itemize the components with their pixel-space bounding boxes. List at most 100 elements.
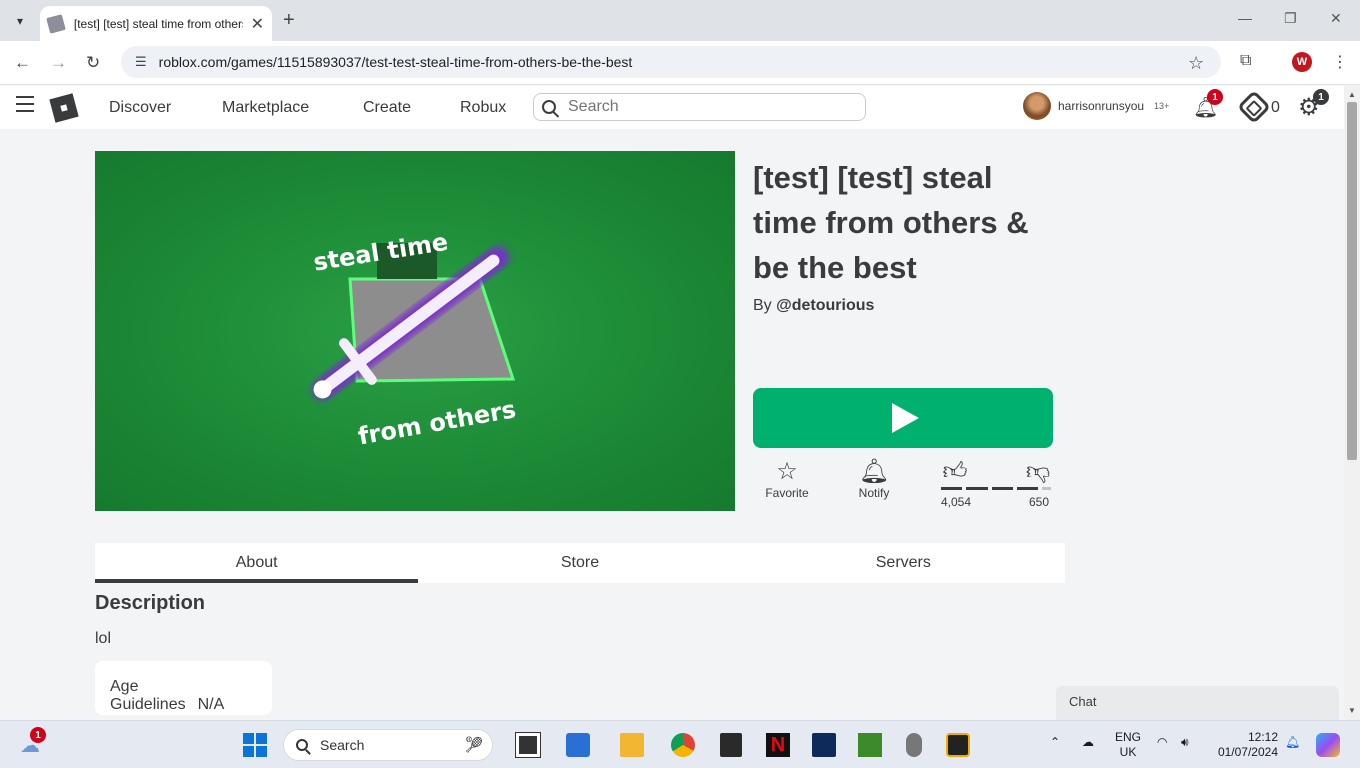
- nav-robux[interactable]: Robux: [460, 99, 506, 117]
- tab-title: [test] [test] steal time from others & b…: [73, 16, 243, 31]
- profile-avatar[interactable]: W: [1292, 52, 1312, 72]
- browser-toolbar: ← → ↻ ☰ roblox.com/games/11515893037/tes…: [0, 41, 1360, 85]
- creator-line: By @detourious: [753, 297, 874, 315]
- epic-games-icon[interactable]: [720, 733, 742, 757]
- browser-tab-active[interactable]: [test] [test] steal time from others & b…: [40, 6, 272, 41]
- extensions-puzzle-icon[interactable]: ⧉: [1240, 52, 1251, 70]
- taskbar-search[interactable]: Search 🎾︎: [283, 729, 493, 761]
- roblox-logo-icon[interactable]: [49, 93, 79, 123]
- forward-arrow-icon[interactable]: →: [50, 53, 67, 73]
- scroll-down-arrow-icon[interactable]: ▼: [1348, 706, 1356, 715]
- description-heading: Description: [95, 592, 206, 614]
- description-text: lol: [95, 630, 112, 647]
- new-tab-plus-icon[interactable]: +: [283, 9, 295, 32]
- upvote-count: 4,054: [941, 495, 972, 509]
- nav-discover[interactable]: Discover: [109, 99, 171, 117]
- reload-icon[interactable]: ↻: [86, 53, 100, 73]
- clock[interactable]: 12:12 01/07/2024: [1214, 730, 1278, 760]
- nav-create[interactable]: Create: [363, 99, 411, 117]
- site-settings-icon[interactable]: ☰: [135, 54, 147, 70]
- language-top: ENG: [1115, 730, 1142, 744]
- minimize-icon[interactable]: —: [1238, 10, 1252, 26]
- language-indicator[interactable]: ENG UK: [1115, 730, 1141, 760]
- tab-store[interactable]: Store: [418, 543, 741, 583]
- game-thumbnail[interactable]: steal time from others: [95, 151, 735, 511]
- bookmark-star-icon[interactable]: ☆: [1188, 53, 1204, 74]
- page-scrollbar[interactable]: ▲ ▼: [1344, 86, 1360, 720]
- username[interactable]: harrisonrunsyou: [1058, 99, 1144, 113]
- notification-bell-icon[interactable]: 🔔︎: [1285, 735, 1300, 750]
- window-close-icon[interactable]: ✕: [1330, 10, 1342, 27]
- thumbs-up-icon: 👍︎: [942, 458, 968, 485]
- notify-button[interactable]: 🔔︎ Notify: [854, 458, 894, 500]
- onedrive-sync-icon[interactable]: ☁: [1082, 735, 1094, 750]
- chat-panel[interactable]: Chat: [1056, 686, 1339, 720]
- play-icon: [891, 403, 919, 433]
- creator-link[interactable]: @detourious: [776, 297, 874, 314]
- age-guidelines-value: N/A: [197, 696, 225, 713]
- close-tab-icon[interactable]: ✕: [251, 14, 264, 34]
- tab-about[interactable]: About: [95, 543, 419, 583]
- favorite-label: Favorite: [765, 486, 809, 500]
- thumbs-down-icon: 👎︎: [1025, 458, 1051, 485]
- age-guidelines-card: Age Guidelines N/A: [95, 661, 272, 715]
- settings-badge: 1: [1313, 89, 1329, 105]
- tab-servers[interactable]: Servers: [742, 543, 1065, 583]
- search-input[interactable]: [568, 98, 848, 116]
- favorite-button[interactable]: ☆ Favorite: [764, 458, 810, 500]
- file-explorer-icon[interactable]: [620, 733, 644, 757]
- mouse-app-icon[interactable]: [906, 733, 922, 757]
- task-view-icon[interactable]: [515, 732, 541, 758]
- bell-icon: 🔔︎: [858, 458, 890, 485]
- upvote-button[interactable]: 👍︎: [941, 458, 969, 486]
- scrollbar-thumb[interactable]: [1347, 102, 1357, 460]
- disney-plus-icon[interactable]: [812, 733, 836, 757]
- hamburger-menu-icon[interactable]: [16, 96, 34, 112]
- age-guidelines-label: Age Guidelines: [110, 678, 186, 713]
- chrome-icon[interactable]: [671, 733, 695, 757]
- windows-taskbar: ☁ 1 Search 🎾︎ N ⌃ ☁ ENG UK ◠ 🔊︎ 12:12 01…: [0, 720, 1360, 768]
- restore-icon[interactable]: ❐: [1284, 10, 1297, 27]
- clock-time: 12:12: [1247, 730, 1278, 744]
- microsoft-store-icon[interactable]: [566, 733, 590, 757]
- scroll-up-arrow-icon[interactable]: ▲: [1348, 90, 1356, 99]
- browser-tab-strip: ▾ [test] [test] steal time from others &…: [0, 0, 1360, 41]
- browser-menu-icon[interactable]: ⋮: [1332, 52, 1348, 72]
- taskbar-search-icon: [296, 739, 308, 751]
- wifi-icon[interactable]: ◠: [1157, 735, 1167, 750]
- weather-badge: 1: [30, 727, 46, 743]
- copilot-icon[interactable]: [1316, 733, 1340, 757]
- downvote-button[interactable]: 👎︎: [1024, 458, 1052, 486]
- thumbnail-text-bottom: from others: [356, 395, 518, 450]
- by-label: By: [753, 297, 772, 314]
- volume-icon[interactable]: 🔊︎: [1181, 735, 1189, 750]
- vote-ratio-bar: [941, 487, 1051, 490]
- robux-icon[interactable]: [1237, 90, 1271, 124]
- game-title: [test] [test] steal time from others & b…: [753, 160, 1029, 285]
- thumbnail-art: steal time from others: [311, 228, 518, 451]
- tab-search-chevron-icon[interactable]: ▾: [8, 9, 32, 33]
- taskbar-search-label: Search: [320, 737, 365, 753]
- notification-count-badge: 1: [1207, 89, 1223, 105]
- game-tabs: About Store Servers: [95, 543, 1065, 583]
- back-arrow-icon[interactable]: ←: [14, 53, 31, 73]
- age-badge: 13+: [1154, 101, 1170, 111]
- user-avatar[interactable]: [1023, 92, 1051, 120]
- tray-overflow-chevron-icon[interactable]: ⌃: [1050, 735, 1060, 750]
- netflix-icon[interactable]: N: [766, 733, 790, 757]
- robux-balance[interactable]: 0: [1271, 99, 1280, 117]
- play-button[interactable]: [753, 388, 1053, 448]
- url-text: roblox.com/games/11515893037/test-test-s…: [158, 54, 633, 70]
- star-icon: ☆: [776, 458, 798, 485]
- windows-start-icon[interactable]: [243, 733, 267, 757]
- minecraft-icon[interactable]: [858, 733, 882, 757]
- notify-label: Notify: [858, 486, 890, 500]
- roblox-header: Discover Marketplace Create Robux harris…: [0, 86, 1344, 129]
- search-icon: [542, 100, 556, 114]
- roblox-studio-icon[interactable]: [946, 733, 970, 757]
- chat-label: Chat: [1069, 694, 1097, 709]
- nav-marketplace[interactable]: Marketplace: [222, 99, 309, 117]
- downvote-count: 650: [1029, 495, 1050, 509]
- search-box[interactable]: [533, 93, 866, 121]
- address-bar[interactable]: ☰ roblox.com/games/11515893037/test-test…: [121, 46, 1221, 78]
